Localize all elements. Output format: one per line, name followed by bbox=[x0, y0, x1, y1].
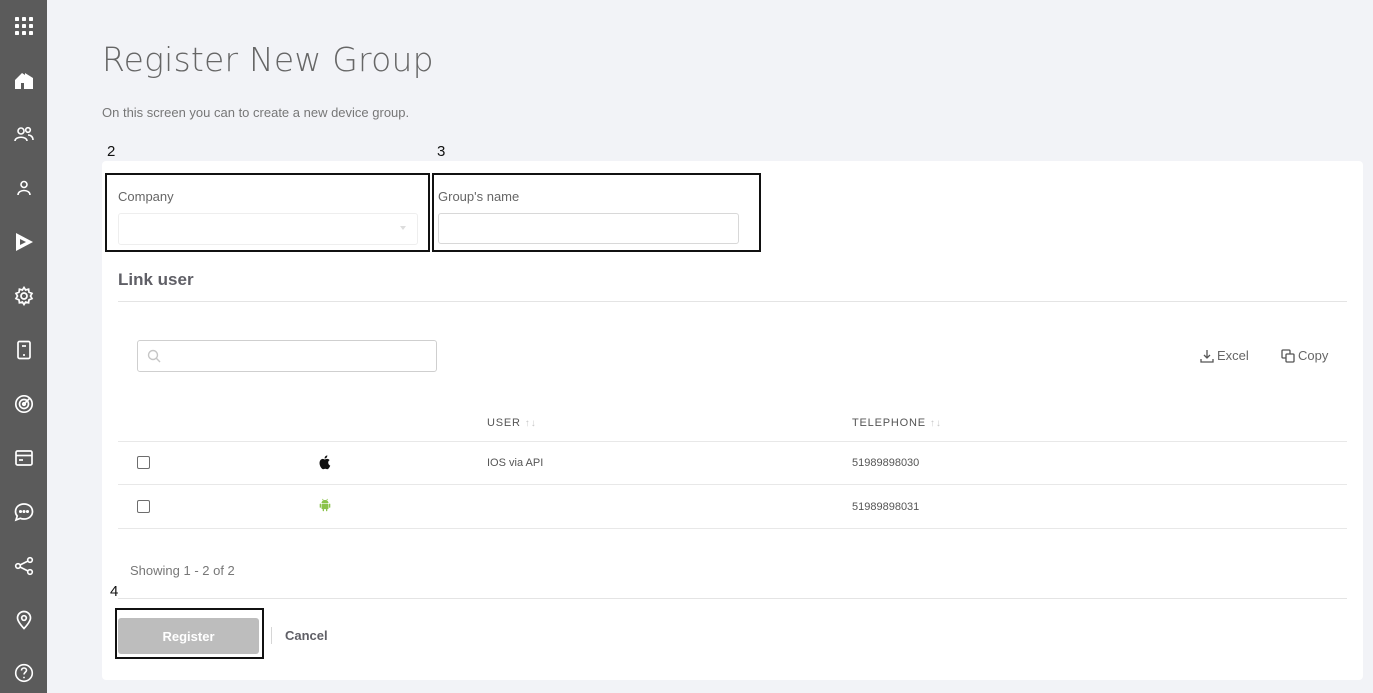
column-header-user-label: USER bbox=[487, 417, 521, 429]
home-icon[interactable] bbox=[0, 60, 47, 100]
search-field[interactable] bbox=[137, 340, 437, 372]
footer-divider bbox=[118, 598, 1347, 599]
device-tablet-icon[interactable] bbox=[0, 330, 47, 370]
annotation-number-4: 4 bbox=[110, 583, 119, 600]
annotation-number-3: 3 bbox=[437, 143, 446, 160]
deploy-play-icon[interactable] bbox=[0, 222, 47, 262]
register-button[interactable]: Register bbox=[118, 618, 259, 654]
share-icon[interactable] bbox=[0, 546, 47, 586]
help-icon[interactable] bbox=[0, 653, 47, 693]
group-name-input[interactable] bbox=[438, 213, 739, 244]
copy-button[interactable]: Copy bbox=[1281, 348, 1328, 363]
sort-arrows-icon: ↑↓ bbox=[929, 417, 942, 429]
row-checkbox[interactable] bbox=[137, 500, 150, 513]
pagination-summary: Showing 1 - 2 of 2 bbox=[130, 563, 235, 578]
company-label: Company bbox=[118, 189, 174, 204]
main-content: Register New Group On this screen you ca… bbox=[102, 0, 1373, 693]
android-icon bbox=[319, 498, 331, 512]
row-divider bbox=[118, 484, 1347, 485]
chat-bubble-icon[interactable] bbox=[0, 492, 47, 532]
browser-window-icon[interactable] bbox=[0, 438, 47, 478]
annotation-number-2: 2 bbox=[107, 143, 116, 160]
telephone-cell: 51989898031 bbox=[852, 501, 920, 513]
section-divider bbox=[118, 301, 1347, 302]
copy-icon bbox=[1281, 348, 1295, 363]
column-header-telephone-label: TELEPHONE bbox=[852, 417, 926, 429]
telephone-cell: 51989898030 bbox=[852, 457, 920, 469]
settings-gear-icon[interactable] bbox=[0, 276, 47, 316]
group-name-label: Group's name bbox=[438, 189, 520, 204]
page-title: Register New Group bbox=[102, 40, 434, 79]
button-separator bbox=[271, 627, 272, 644]
users-icon[interactable] bbox=[0, 114, 47, 154]
table-header-divider bbox=[118, 441, 1347, 442]
user-icon[interactable] bbox=[0, 168, 47, 208]
company-select[interactable] bbox=[118, 213, 418, 245]
search-input[interactable] bbox=[164, 341, 434, 371]
link-user-title: Link user bbox=[118, 270, 194, 289]
radar-icon[interactable] bbox=[0, 384, 47, 424]
column-header-user[interactable]: USER ↑↓ bbox=[487, 417, 537, 429]
row-divider bbox=[118, 528, 1347, 529]
page-description: On this screen you can to create a new d… bbox=[102, 105, 410, 120]
location-pin-icon[interactable] bbox=[0, 600, 47, 640]
excel-export-button[interactable]: Excel bbox=[1200, 348, 1249, 363]
search-icon bbox=[147, 349, 161, 363]
sidebar bbox=[0, 0, 47, 693]
download-icon bbox=[1200, 349, 1214, 363]
excel-label: Excel bbox=[1217, 348, 1249, 363]
column-header-telephone[interactable]: TELEPHONE ↑↓ bbox=[852, 417, 942, 429]
apps-grid-icon[interactable] bbox=[0, 6, 47, 46]
chevron-down-icon bbox=[400, 226, 406, 230]
cancel-button[interactable]: Cancel bbox=[285, 628, 328, 643]
form-card: Company Group's name Link user Excel Cop… bbox=[102, 161, 1363, 680]
sort-arrows-icon: ↑↓ bbox=[524, 417, 537, 429]
user-cell: IOS via API bbox=[487, 457, 544, 469]
apple-icon bbox=[319, 455, 331, 470]
copy-label: Copy bbox=[1298, 348, 1329, 363]
row-checkbox[interactable] bbox=[137, 456, 150, 469]
